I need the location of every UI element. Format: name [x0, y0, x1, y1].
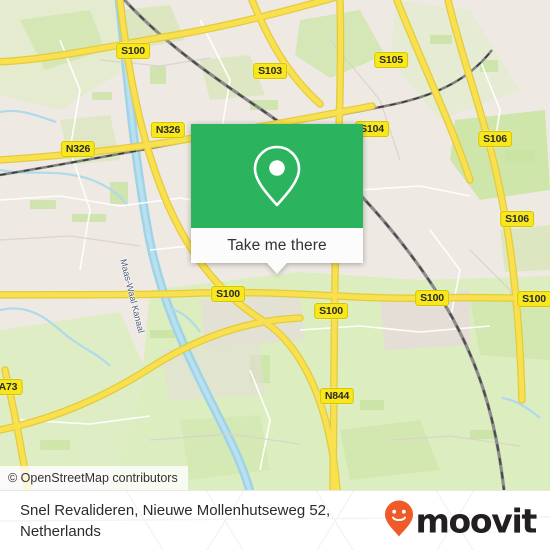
callout-header — [191, 124, 363, 228]
callout-tail — [267, 263, 287, 274]
road-shield[interactable]: S100 — [116, 43, 150, 59]
road-shield[interactable]: N326 — [60, 141, 96, 157]
road-shield[interactable]: S103 — [253, 63, 287, 79]
road-shield[interactable]: A73 — [0, 379, 23, 395]
map-canvas[interactable]: Maas-Waal Kanaal S100 S103 S105 N326 N32… — [0, 0, 550, 490]
address-line-1: Snel Revalideren, Nieuwe Mollenhutseweg … — [20, 501, 331, 519]
road-shield[interactable]: N844 — [319, 388, 355, 404]
footer-bar: Snel Revalideren, Nieuwe Mollenhutseweg … — [0, 490, 550, 550]
address-text: Snel Revalideren, Nieuwe Mollenhutseweg … — [20, 500, 370, 542]
road-shield[interactable]: S106 — [500, 211, 534, 227]
address-line-2: Netherlands — [20, 522, 101, 540]
moovit-smiley-pin-icon — [384, 499, 414, 542]
moovit-logo[interactable]: moovit — [384, 499, 537, 542]
road-shield[interactable]: S100 — [314, 303, 348, 319]
road-shield[interactable]: N326 — [150, 122, 186, 138]
map-pin-icon — [250, 143, 304, 209]
osm-attribution[interactable]: © OpenStreetMap contributors — [0, 466, 188, 490]
moovit-wordmark: moovit — [415, 501, 537, 540]
location-callout-card[interactable]: Take me there — [191, 124, 363, 274]
moovit-map-share-card: Maas-Waal Kanaal S100 S103 S105 N326 N32… — [0, 0, 550, 550]
road-shield[interactable]: S100 — [211, 286, 245, 302]
road-shield[interactable]: S100 — [415, 290, 449, 306]
road-shield[interactable]: S100 — [517, 291, 550, 307]
callout-footer: Take me there — [191, 228, 363, 274]
road-shield[interactable]: S106 — [478, 131, 512, 147]
road-shield[interactable]: S105 — [374, 52, 408, 68]
take-me-there-button[interactable]: Take me there — [227, 237, 327, 255]
